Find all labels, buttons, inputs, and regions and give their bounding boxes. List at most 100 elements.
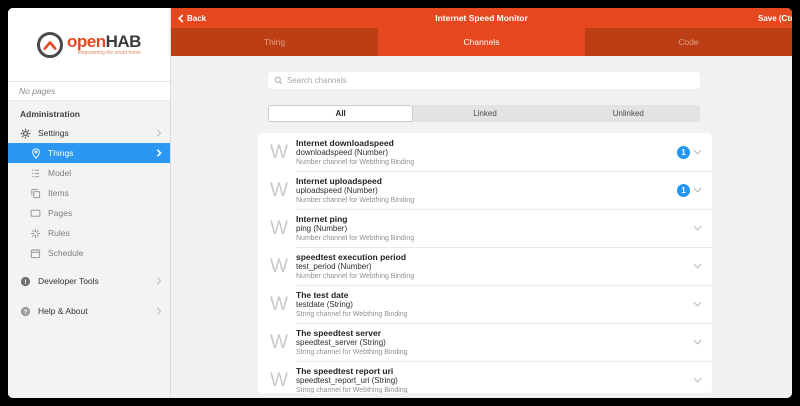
chevron-down-icon[interactable]	[693, 187, 702, 193]
no-pages-label: No pages	[8, 82, 170, 101]
channel-title: speedtest execution period	[296, 252, 693, 262]
sidebar-item-settings[interactable]: Settings	[8, 123, 170, 143]
channel-title: Internet ping	[296, 214, 693, 224]
channel-id: ping (Number)	[296, 224, 693, 234]
app-window: openHAB empowering the smart home No pag…	[8, 8, 792, 398]
sidebar-item-pages[interactable]: Pages	[8, 203, 170, 223]
svg-text:?: ?	[24, 308, 28, 315]
logo-hab: HAB	[106, 32, 141, 51]
sidebar-item-label: Items	[48, 188, 162, 198]
channel-row[interactable]: W Internet downloadspeed downloadspeed (…	[258, 133, 712, 171]
sidebar-item-model[interactable]: Model	[8, 163, 170, 183]
exclamation-circle-icon: !	[20, 276, 31, 287]
channel-description: String channel for Webthing Binding	[296, 386, 693, 394]
chevron-right-icon	[156, 277, 162, 285]
filter-all-button[interactable]: All	[268, 105, 413, 122]
channel-title: The speedtest server	[296, 328, 693, 338]
filter-segmented-control: All Linked Unlinked	[268, 105, 700, 122]
monitor-icon	[30, 208, 41, 219]
gear-icon	[20, 128, 31, 139]
linked-count-badge: 1	[677, 146, 690, 159]
sidebar-item-help-about[interactable]: ? Help & About	[8, 301, 170, 321]
channel-description: Number channel for Webthing Binding	[296, 234, 693, 243]
channel-description: String channel for Webthing Binding	[296, 310, 693, 319]
administration-section-label: Administration	[8, 101, 170, 123]
channel-id: test_period (Number)	[296, 262, 693, 272]
tab-thing[interactable]: Thing	[171, 28, 378, 56]
channel-row[interactable]: W speedtest execution period test_period…	[258, 247, 712, 285]
question-circle-icon: ?	[20, 306, 31, 317]
logo-tagline: empowering the smart home	[78, 50, 141, 56]
channel-list: W Internet downloadspeed downloadspeed (…	[258, 133, 712, 393]
openhab-logo: openHAB empowering the smart home	[37, 32, 141, 58]
channel-row[interactable]: W The test date testdate (String) String…	[258, 285, 712, 323]
sidebar-item-label: Rules	[48, 228, 162, 238]
sidebar-item-label: Pages	[48, 208, 162, 218]
chevron-right-icon	[156, 307, 162, 315]
channel-title: Internet downloadspeed	[296, 138, 677, 148]
sparkle-icon	[30, 228, 41, 239]
chevron-down-icon[interactable]	[693, 301, 702, 307]
chevron-down-icon[interactable]	[693, 263, 702, 269]
channel-title: Internet uploadspeed	[296, 176, 677, 186]
channel-id: uploadspeed (Number)	[296, 186, 677, 196]
channel-row[interactable]: W Internet ping ping (Number) Number cha…	[258, 209, 712, 247]
sidebar-item-things[interactable]: Things	[8, 143, 170, 163]
sidebar-item-items[interactable]: Items	[8, 183, 170, 203]
channel-id: speedtest_server (String)	[296, 338, 693, 348]
binding-letter-icon: W	[270, 257, 296, 276]
sidebar-item-rules[interactable]: Rules	[8, 223, 170, 243]
top-navbar: Back Internet Speed Monitor Save (Ctrl-S…	[171, 8, 792, 28]
channel-title: The test date	[296, 290, 693, 300]
svg-text:!: !	[24, 278, 26, 285]
binding-letter-icon: W	[270, 143, 296, 162]
search-bar	[268, 72, 700, 89]
channel-id: speedtest_report_uri (String)	[296, 376, 693, 386]
filter-unlinked-button[interactable]: Unlinked	[557, 105, 700, 122]
calendar-icon	[30, 248, 41, 259]
binding-letter-icon: W	[270, 181, 296, 200]
page-title: Internet Speed Monitor	[171, 8, 792, 28]
filter-linked-button[interactable]: Linked	[413, 105, 556, 122]
channel-id: testdate (String)	[296, 300, 693, 310]
channel-row[interactable]: W Internet uploadspeed uploadspeed (Numb…	[258, 171, 712, 209]
linked-count-badge: 1	[677, 184, 690, 197]
sidebar-item-label: Things	[48, 148, 156, 158]
sidebar-item-label: Schedule	[48, 248, 162, 258]
channel-row[interactable]: W The speedtest report uri speedtest_rep…	[258, 361, 712, 393]
channel-row[interactable]: W The speedtest server speedtest_server …	[258, 323, 712, 361]
tab-bar: Thing Channels Code	[171, 28, 792, 56]
binding-letter-icon: W	[270, 371, 296, 390]
logo-panel: openHAB empowering the smart home	[8, 8, 170, 82]
channel-description: Number channel for Webthing Binding	[296, 272, 693, 281]
channel-title: The speedtest report uri	[296, 366, 693, 376]
binding-letter-icon: W	[270, 295, 296, 314]
sidebar: openHAB empowering the smart home No pag…	[8, 8, 171, 398]
binding-letter-icon: W	[270, 333, 296, 352]
logo-open: open	[67, 32, 106, 51]
location-pin-icon	[30, 148, 41, 159]
chevron-down-icon[interactable]	[693, 149, 702, 155]
search-input[interactable]	[287, 76, 694, 85]
chevron-down-icon[interactable]	[693, 377, 702, 383]
openhab-logo-icon	[37, 32, 63, 58]
chevron-down-icon[interactable]	[693, 225, 702, 231]
tab-code[interactable]: Code	[585, 28, 792, 56]
save-button[interactable]: Save (Ctrl-S)	[758, 8, 792, 28]
sidebar-item-developer-tools[interactable]: ! Developer Tools	[8, 271, 170, 291]
tab-channels[interactable]: Channels	[378, 28, 585, 56]
channel-id: downloadspeed (Number)	[296, 148, 677, 158]
channel-description: Number channel for Webthing Binding	[296, 158, 677, 167]
copy-squares-icon	[30, 188, 41, 199]
logo-text: openHAB empowering the smart home	[67, 34, 141, 56]
main-panel: Back Internet Speed Monitor Save (Ctrl-S…	[171, 8, 792, 398]
sidebar-item-label: Help & About	[38, 306, 156, 316]
model-tree-icon	[30, 168, 41, 179]
sidebar-item-schedule[interactable]: Schedule	[8, 243, 170, 263]
sidebar-item-label: Model	[48, 168, 162, 178]
chevron-right-icon	[156, 149, 162, 157]
sidebar-item-label: Settings	[38, 128, 156, 138]
search-icon	[274, 76, 283, 85]
sidebar-item-label: Developer Tools	[38, 276, 156, 286]
chevron-down-icon[interactable]	[693, 339, 702, 345]
